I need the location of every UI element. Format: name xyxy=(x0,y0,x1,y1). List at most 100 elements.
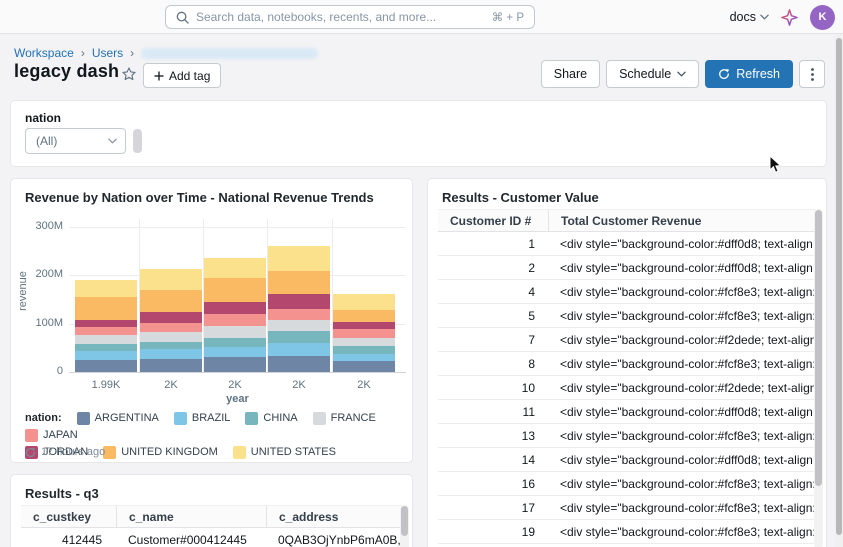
filters-panel: nation (All) xyxy=(10,100,827,167)
revenue-chart-card: Revenue by Nation over Time - National R… xyxy=(10,178,413,463)
total-revenue-cell: <div style="background-color:#fcf8e3; te… xyxy=(548,357,816,371)
bar-segment-china xyxy=(75,344,137,351)
table-scrollbar[interactable] xyxy=(400,505,409,547)
bar-segment-jordan xyxy=(204,302,266,314)
plus-icon xyxy=(154,71,164,81)
total-revenue-cell: <div style="background-color:#fcf8e3; te… xyxy=(548,525,816,539)
filter-drag-handle[interactable] xyxy=(133,129,142,153)
bar-segment-china xyxy=(140,342,202,349)
bar-segment-brazil xyxy=(333,354,395,361)
bar-segment-argentina xyxy=(75,360,137,372)
bar-segment-argentina xyxy=(268,356,330,372)
breadcrumb: Workspace › Users › xyxy=(14,46,318,60)
share-button[interactable]: Share xyxy=(541,60,600,88)
legend-item-france[interactable]: FRANCE xyxy=(313,410,376,427)
breadcrumb-separator: › xyxy=(130,46,134,60)
customer-value-title: Results - Customer Value xyxy=(442,190,599,205)
page-scrollbar[interactable] xyxy=(835,35,843,547)
bar-segment-japan xyxy=(333,329,395,337)
bar-segment-united-states xyxy=(140,269,202,290)
customer-id-cell: 11 xyxy=(438,405,548,419)
bar-segment-japan xyxy=(75,327,137,334)
legend-series-name: UNITED STATES xyxy=(251,444,336,461)
search-placeholder: Search data, notebooks, recents, and mor… xyxy=(196,10,492,24)
chevron-down-icon xyxy=(677,71,686,77)
custkey-cell: 412445 xyxy=(21,533,116,547)
assistant-sparkle-icon[interactable] xyxy=(781,9,798,26)
bar-segment-jordan xyxy=(333,322,395,329)
legend-swatch xyxy=(25,429,38,442)
table-row: 13<div style="background-color:#fcf8e3; … xyxy=(438,424,816,448)
x-axis-tick: 2K xyxy=(292,379,305,391)
favorite-star-icon[interactable] xyxy=(121,66,137,82)
legend-item-brazil[interactable]: BRAZIL xyxy=(174,410,231,427)
legend-item-japan[interactable]: JAPAN xyxy=(25,427,78,444)
bar-segment-brazil xyxy=(140,349,202,359)
table-row: 11<div style="background-color:#dff0d8; … xyxy=(438,400,816,424)
legend-series-name: JAPAN xyxy=(43,427,78,444)
x-axis-tick: 2K xyxy=(164,379,177,391)
bar-segment-argentina xyxy=(333,361,395,372)
bar-segment-united-kingdom xyxy=(75,297,137,319)
legend-swatch xyxy=(233,446,246,459)
q3-table: c_custkey c_name c_address 412445Custome… xyxy=(21,505,402,547)
bar-segment-united-states xyxy=(333,294,395,309)
table-row: 14<div style="background-color:#dff0d8; … xyxy=(438,448,816,472)
search-shortcut: ⌘ + P xyxy=(492,10,524,24)
bar-segment-jordan xyxy=(268,294,330,309)
y-axis-tick: 100M xyxy=(17,317,63,329)
schedule-button[interactable]: Schedule xyxy=(606,60,699,88)
breadcrumb-redacted-user[interactable] xyxy=(141,48,318,59)
legend-series-name: UNITED KINGDOM xyxy=(121,444,218,461)
gridline xyxy=(69,372,406,373)
total-revenue-cell: <div style="background-color:#dff0d8; te… xyxy=(548,405,816,419)
table-scrollbar[interactable] xyxy=(814,209,823,547)
bar-segment-france xyxy=(268,320,330,332)
nation-filter-dropdown[interactable]: (All) xyxy=(25,128,126,154)
bar-segment-brazil xyxy=(204,347,266,358)
bar-segment-united-states xyxy=(268,246,330,270)
bar-segment-united-states xyxy=(204,258,266,278)
bar-segment-france xyxy=(140,332,202,342)
column-header-total-revenue: Total Customer Revenue xyxy=(548,210,816,231)
add-tag-button[interactable]: Add tag xyxy=(143,63,221,88)
table-scrollbar-thumb[interactable] xyxy=(401,506,408,536)
page-title: legacy dash xyxy=(14,61,119,82)
column-header-customer-id: Customer ID # xyxy=(438,214,548,228)
total-revenue-cell: <div style="background-color:#fcf8e3; te… xyxy=(548,429,816,443)
table-header-row: c_custkey c_name c_address xyxy=(21,505,402,528)
docs-menu[interactable]: docs xyxy=(730,10,769,24)
page-scrollbar-thumb[interactable] xyxy=(836,38,842,535)
filter-nation-label: nation xyxy=(25,111,61,125)
search-icon xyxy=(176,11,189,24)
bar-segment-france xyxy=(333,338,395,346)
customer-id-cell: 14 xyxy=(438,453,548,467)
search-input[interactable]: Search data, notebooks, recents, and mor… xyxy=(165,5,535,29)
dashboard-app: Search data, notebooks, recents, and mor… xyxy=(0,0,843,547)
legend-item-united-states[interactable]: UNITED STATES xyxy=(233,444,336,461)
stacked-bar xyxy=(268,246,330,372)
chart-plot[interactable] xyxy=(69,219,406,372)
last-refreshed: 17 hours ago xyxy=(25,446,105,458)
stacked-bar xyxy=(204,258,266,372)
legend-swatch xyxy=(77,412,90,425)
breadcrumb-separator: › xyxy=(81,46,85,60)
breadcrumb-users-link[interactable]: Users xyxy=(92,46,123,60)
kebab-menu-button[interactable] xyxy=(799,60,825,88)
legend-item-argentina[interactable]: ARGENTINA xyxy=(77,410,159,427)
legend-item-united-kingdom[interactable]: UNITED KINGDOM xyxy=(103,444,218,461)
total-revenue-cell: <div style="background-color:#fcf8e3; te… xyxy=(548,309,816,323)
refresh-button[interactable]: Refresh xyxy=(705,60,793,88)
user-avatar[interactable]: K xyxy=(810,5,835,30)
bar-segment-japan xyxy=(204,314,266,326)
customer-value-table: Customer ID # Total Customer Revenue 1<d… xyxy=(438,209,816,547)
legend-swatch xyxy=(174,412,187,425)
table-row: 10<div style="background-color:#f2dede; … xyxy=(438,376,816,400)
breadcrumb-workspace-link[interactable]: Workspace xyxy=(14,46,74,60)
table-scrollbar-thumb[interactable] xyxy=(815,210,822,486)
table-row: 412445Customer#0004124450QAB3OjYnbP6mA0B… xyxy=(21,528,402,547)
bar-segment-united-kingdom xyxy=(140,290,202,312)
legend-item-china[interactable]: CHINA xyxy=(245,410,297,427)
q3-results-card: Results - q3 c_custkey c_name c_address … xyxy=(10,474,413,547)
table-header-row: Customer ID # Total Customer Revenue xyxy=(438,209,816,232)
